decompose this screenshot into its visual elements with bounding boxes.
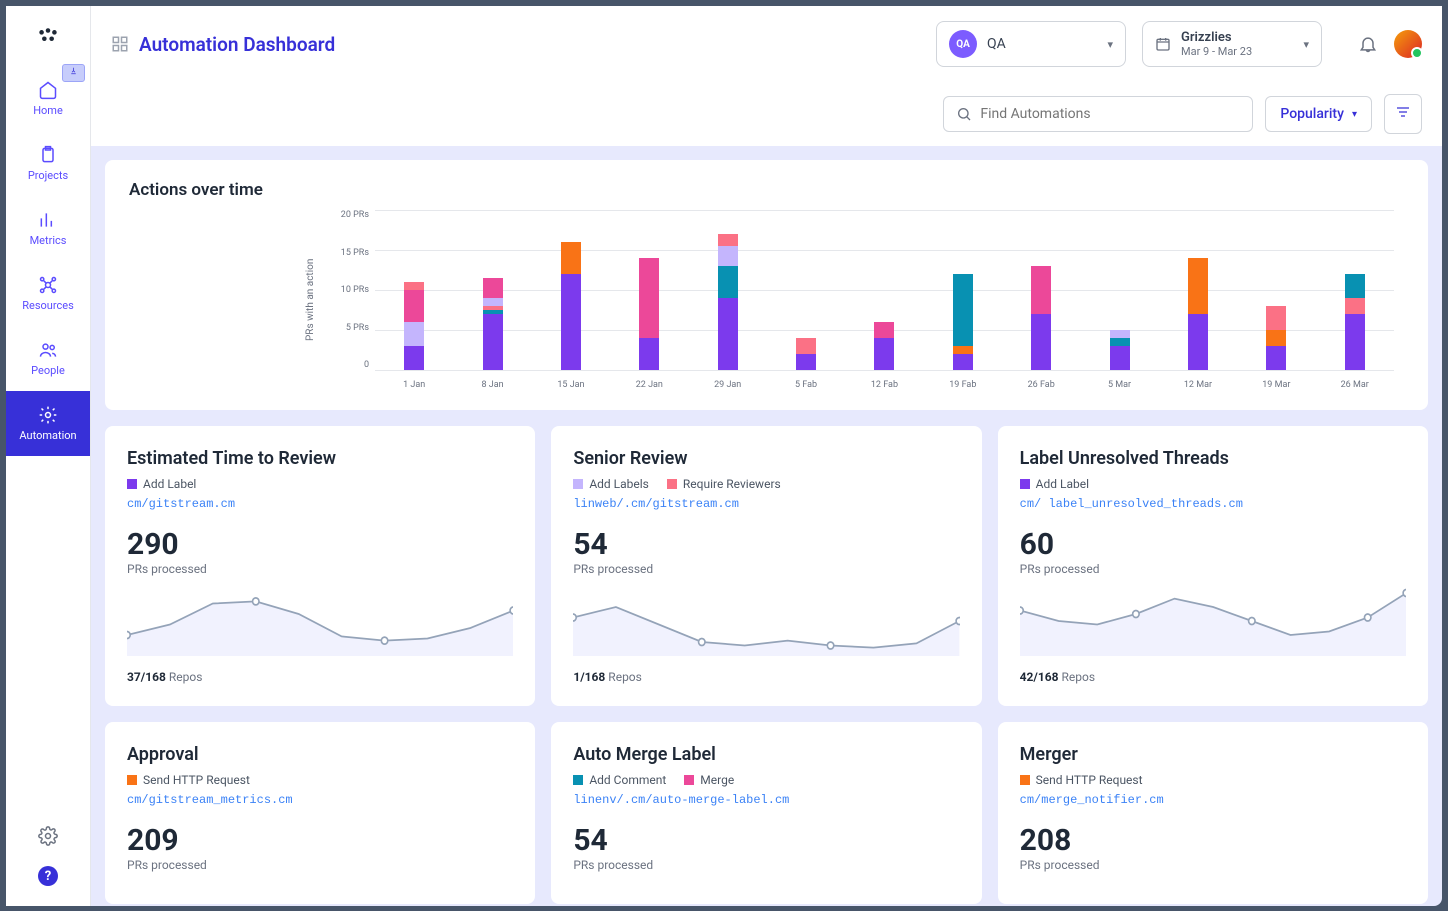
action-tag: Add Comment (573, 773, 666, 787)
metric-label: PRs processed (573, 858, 959, 872)
bar-column (483, 278, 503, 370)
bar-column (796, 338, 816, 370)
metric-label: PRs processed (573, 562, 959, 576)
automation-card[interactable]: Approval Send HTTP Request cm/gitstream_me… (105, 722, 535, 904)
sort-direction-button[interactable] (1384, 94, 1422, 134)
resources-icon (38, 275, 58, 295)
card-title: Label Unresolved Threads (1020, 448, 1406, 469)
action-tag: Send HTTP Request (127, 773, 250, 787)
chevron-down-icon: ▾ (1352, 109, 1357, 120)
bar-column (953, 274, 973, 370)
bar-chart: PRs with an action 20 PRs15 PRs10 PRs5 P… (325, 210, 1404, 390)
nav: Home Projects Metrics Resources People A… (6, 66, 90, 826)
metric-label: PRs processed (1020, 858, 1406, 872)
metric-value: 54 (573, 527, 959, 562)
metric-value: 60 (1020, 527, 1406, 562)
team-badge: QA (949, 30, 977, 58)
metric-label: PRs processed (127, 858, 513, 872)
chevron-down-icon: ▾ (1303, 38, 1309, 51)
sidebar: Home Projects Metrics Resources People A… (6, 6, 91, 906)
config-path: cm/gitstream_metrics.cm (127, 793, 513, 807)
bar-column (561, 242, 581, 370)
gear-icon (38, 405, 58, 425)
bell-icon[interactable] (1358, 34, 1378, 54)
bar-column (1188, 258, 1208, 370)
bar-column (718, 234, 738, 370)
card-title: Approval (127, 744, 513, 765)
chart-icon (38, 210, 58, 230)
metric-label: PRs processed (127, 562, 513, 576)
config-path: linweb/.cm/gitstream.cm (573, 497, 959, 511)
automation-card[interactable]: Auto Merge Label Add Comment Merge linenv/.… (551, 722, 981, 904)
bar-column (404, 282, 424, 370)
metric-value: 54 (573, 823, 959, 858)
repos-count: 42/168 Repos (1020, 670, 1406, 684)
sparkline (573, 586, 959, 656)
nav-metrics[interactable]: Metrics (6, 196, 90, 261)
action-tag: Send HTTP Request (1020, 773, 1143, 787)
bar-column (639, 258, 659, 370)
automation-card[interactable]: Label Unresolved Threads Add Label cm/ lab… (998, 426, 1428, 706)
action-tag: Add Label (127, 477, 196, 491)
sort-dropdown[interactable]: Popularity ▾ (1265, 96, 1372, 132)
search-input[interactable] (980, 106, 1240, 122)
settings-icon[interactable] (38, 826, 58, 846)
action-tag: Merge (684, 773, 734, 787)
search-icon (956, 106, 972, 122)
card-title: Merger (1020, 744, 1406, 765)
nav-projects[interactable]: Projects (6, 131, 90, 196)
bar-column (1031, 266, 1051, 370)
repos-count: 37/168 Repos (127, 670, 513, 684)
repos-count: 1/168 Repos (573, 670, 959, 684)
automation-card[interactable]: Estimated Time to Review Add Label cm/gits… (105, 426, 535, 706)
card-title: Senior Review (573, 448, 959, 469)
config-path: cm/ label_unresolved_threads.cm (1020, 497, 1406, 511)
nav-automation[interactable]: Automation (6, 391, 90, 456)
sort-icon (1395, 104, 1411, 120)
metric-value: 290 (127, 527, 513, 562)
help-icon[interactable]: ? (38, 866, 58, 886)
bar-column (1266, 306, 1286, 370)
people-icon (38, 340, 58, 360)
config-path: cm/gitstream.cm (127, 497, 513, 511)
home-icon (38, 80, 58, 100)
sparkline (1020, 586, 1406, 656)
header: Automation Dashboard QA QA ▾ Grizzlies M… (91, 6, 1442, 82)
page-title: Automation Dashboard (139, 33, 335, 56)
toolbar: Popularity ▾ (91, 82, 1442, 146)
avatar[interactable] (1394, 30, 1422, 58)
grid-icon (111, 35, 129, 53)
chart-title: Actions over time (129, 180, 1404, 200)
bar-column (1110, 330, 1130, 370)
action-tag: Require Reviewers (667, 477, 781, 491)
card-title: Estimated Time to Review (127, 448, 513, 469)
nav-people[interactable]: People (6, 326, 90, 391)
bar-column (874, 322, 894, 370)
team-selector[interactable]: QA QA ▾ (936, 21, 1126, 67)
metric-value: 209 (127, 823, 513, 858)
config-path: linenv/.cm/auto-merge-label.cm (573, 793, 959, 807)
search-input-wrap[interactable] (943, 96, 1253, 132)
nav-resources[interactable]: Resources (6, 261, 90, 326)
card-title: Auto Merge Label (573, 744, 959, 765)
date-range-selector[interactable]: Grizzlies Mar 9 - Mar 23 ▾ (1142, 21, 1322, 67)
automation-card[interactable]: Merger Send HTTP Request cm/merge_notifier… (998, 722, 1428, 904)
metric-label: PRs processed (1020, 562, 1406, 576)
chevron-down-icon: ▾ (1107, 38, 1113, 51)
clipboard-icon (38, 145, 58, 165)
bar-column (1345, 274, 1365, 370)
metric-value: 208 (1020, 823, 1406, 858)
action-tag: Add Labels (573, 477, 649, 491)
actions-chart-panel: Actions over time PRs with an action 20 … (105, 160, 1428, 410)
logo[interactable] (6, 6, 90, 66)
config-path: cm/merge_notifier.cm (1020, 793, 1406, 807)
sparkline (127, 586, 513, 656)
pin-icon[interactable] (62, 64, 85, 82)
automation-card[interactable]: Senior Review Add Labels Require Reviewers… (551, 426, 981, 706)
calendar-icon (1155, 36, 1171, 52)
action-tag: Add Label (1020, 477, 1089, 491)
